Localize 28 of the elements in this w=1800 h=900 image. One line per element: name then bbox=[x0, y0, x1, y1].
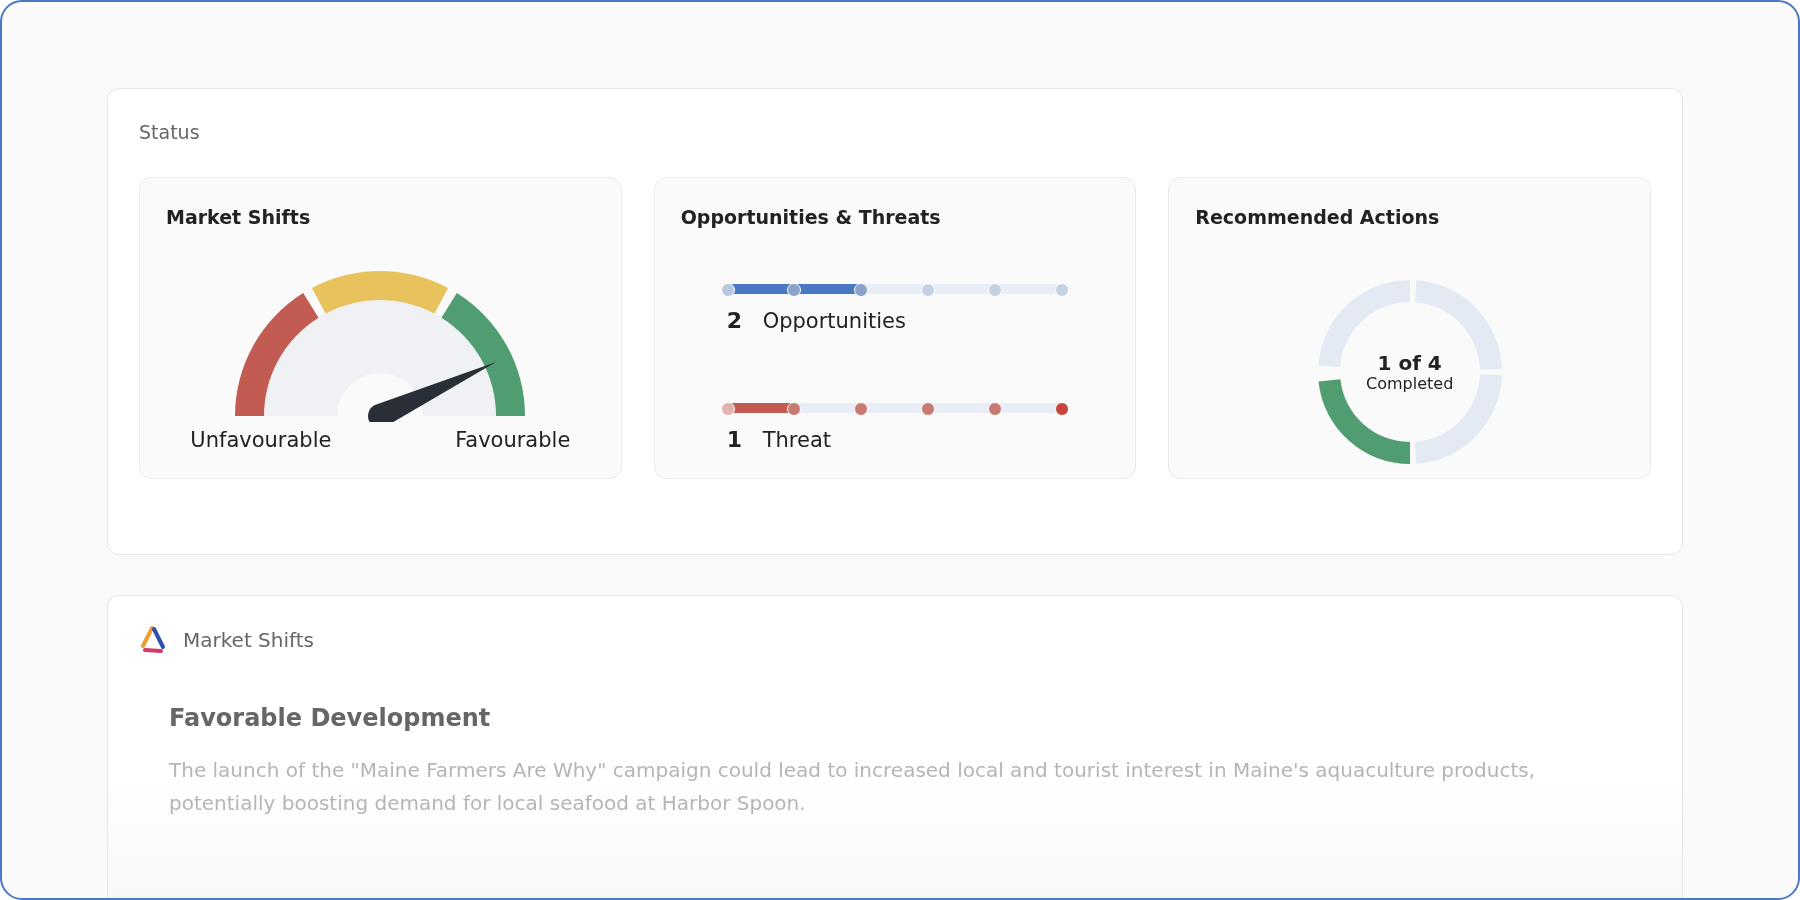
development-heading: Favorable Development bbox=[169, 704, 492, 732]
progress-dot bbox=[854, 283, 869, 297]
progress-dot bbox=[720, 283, 735, 297]
count: 2 bbox=[726, 308, 741, 333]
count-label: Threat bbox=[762, 428, 831, 452]
gauge-label: Unfavourable bbox=[190, 428, 332, 452]
progress-dot bbox=[987, 402, 1002, 416]
progress-dot bbox=[1054, 402, 1069, 416]
card-title: Market Shifts bbox=[166, 206, 312, 228]
development-text: The launch of the "Maine Farmers Are Why" campaign could lead to increased local and tourist interest in Maine's aquaculture products, potentially boosting demand for local seafood at Harbor Spoon. bbox=[169, 757, 1537, 817]
progress-dot bbox=[921, 283, 936, 297]
count: 1 bbox=[726, 427, 741, 452]
progress-dot bbox=[787, 283, 802, 297]
completion-caption: Completed bbox=[1366, 373, 1454, 393]
completion-count: 1 of 4 bbox=[1377, 351, 1442, 374]
card-title: Opportunities & Threats bbox=[680, 206, 942, 228]
progress-dot bbox=[921, 402, 936, 416]
progress-dot bbox=[1054, 283, 1069, 297]
section-title: Market Shifts bbox=[183, 628, 314, 652]
panel-title: Status bbox=[139, 121, 201, 143]
progress-dot bbox=[787, 402, 802, 416]
progress-dot bbox=[720, 402, 735, 416]
card-title: Recommended Actions bbox=[1195, 206, 1441, 228]
logo-icon bbox=[139, 626, 167, 654]
count-label: Opportunities bbox=[762, 309, 906, 333]
progress-dot bbox=[987, 283, 1002, 297]
gauge-label: Favourable bbox=[455, 428, 571, 452]
progress-dot bbox=[854, 402, 869, 416]
